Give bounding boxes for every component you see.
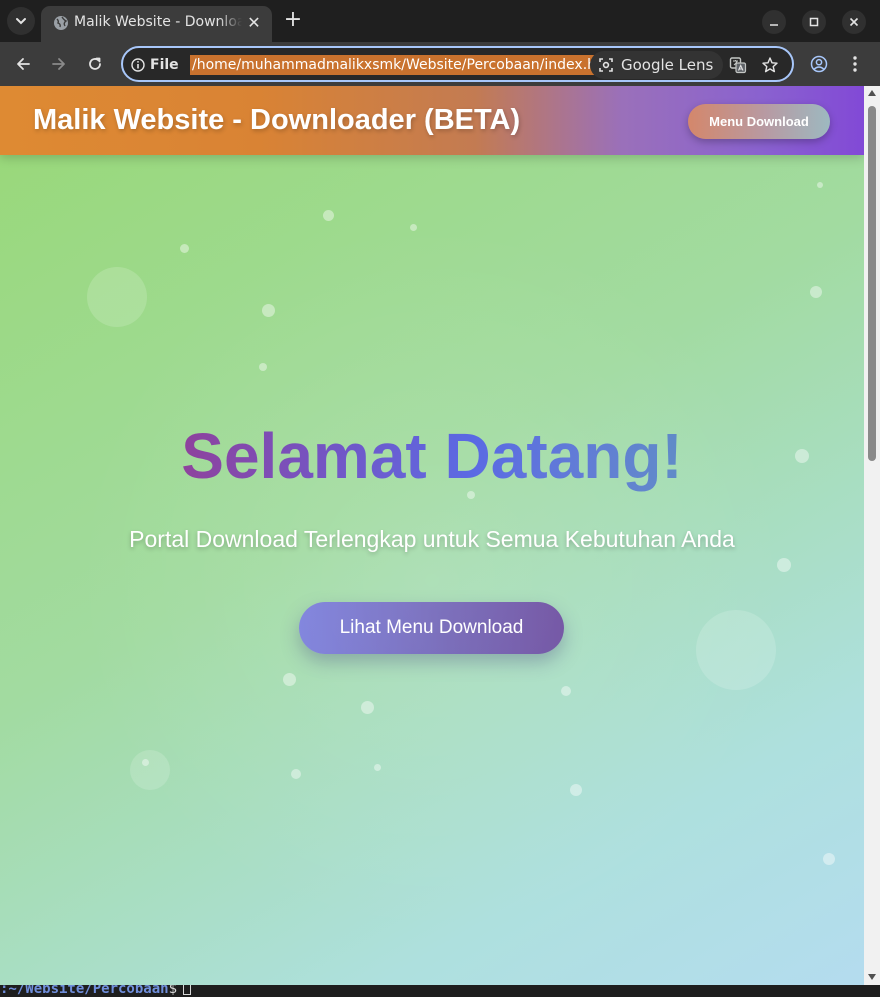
reload-icon bbox=[89, 57, 101, 70]
decorative-bubble bbox=[817, 182, 823, 188]
minimize-icon bbox=[770, 24, 778, 26]
site-header: Malik Website - Downloader (BETA) Menu D… bbox=[0, 86, 864, 155]
decorative-bubble bbox=[262, 304, 275, 317]
chevron-down-icon bbox=[16, 18, 26, 25]
tab-strip: Malik Website - Downloader (BETA) ✕ + bbox=[0, 0, 880, 42]
decorative-bubble bbox=[810, 286, 822, 298]
decorative-bubble bbox=[361, 701, 374, 714]
decorative-bubble bbox=[777, 558, 791, 572]
decorative-bubble bbox=[570, 784, 582, 796]
terminal-path: :~/Website/Percobaan bbox=[0, 985, 169, 997]
close-icon[interactable]: ✕ bbox=[244, 13, 264, 33]
decorative-bubble bbox=[696, 610, 776, 690]
site-info-chip[interactable]: File bbox=[131, 54, 179, 76]
new-tab-button[interactable]: + bbox=[281, 8, 305, 32]
decorative-bubble bbox=[291, 769, 301, 779]
profile-button[interactable] bbox=[806, 51, 832, 77]
decorative-bubble bbox=[823, 853, 835, 865]
scroll-up-arrow[interactable] bbox=[868, 90, 876, 96]
terminal-strip: :~/Website/Percobaan$ bbox=[0, 985, 880, 997]
decorative-bubble bbox=[142, 759, 149, 766]
forward-button[interactable] bbox=[46, 51, 72, 77]
terminal-prompt: $ bbox=[168, 985, 178, 997]
address-bar[interactable]: File /home/muhammadmalikxsmk/Website/Per… bbox=[121, 46, 794, 82]
terminal-cursor bbox=[183, 985, 192, 995]
decorative-bubble bbox=[283, 673, 296, 686]
forward-icon bbox=[52, 58, 65, 70]
decorative-bubble bbox=[180, 244, 189, 253]
translate-icon bbox=[729, 57, 747, 74]
decorative-bubble bbox=[410, 224, 417, 231]
minimize-button[interactable] bbox=[762, 10, 786, 34]
hero-subtitle: Portal Download Terlengkap untuk Semua K… bbox=[129, 526, 735, 552]
url-text[interactable]: /home/muhammadmalikxsmk/Website/Percobaa… bbox=[190, 55, 622, 75]
decorative-bubble bbox=[323, 210, 334, 221]
reload-button[interactable] bbox=[82, 51, 108, 77]
decorative-bubble bbox=[374, 764, 381, 771]
decorative-bubble bbox=[561, 686, 571, 696]
browser-tab[interactable]: Malik Website - Downloader (BETA) ✕ bbox=[41, 6, 272, 42]
maximize-icon bbox=[809, 17, 819, 27]
scheme-label: File bbox=[150, 57, 179, 73]
page-viewport: Malik Website - Downloader (BETA) Menu D… bbox=[0, 86, 864, 985]
tab-search-button[interactable] bbox=[7, 7, 35, 35]
decorative-bubble bbox=[259, 363, 267, 371]
decorative-bubble bbox=[130, 750, 170, 790]
decorative-bubble bbox=[87, 267, 147, 327]
google-lens-label: Google Lens bbox=[621, 56, 714, 74]
info-icon bbox=[131, 58, 145, 72]
more-vert-icon bbox=[853, 56, 857, 72]
profile-icon bbox=[810, 55, 828, 73]
menu-download-button[interactable]: Menu Download bbox=[688, 104, 830, 139]
scroll-down-arrow[interactable] bbox=[868, 974, 876, 980]
site-title: Malik Website - Downloader (BETA) bbox=[33, 104, 521, 136]
browser-toolbar: File /home/muhammadmalikxsmk/Website/Per… bbox=[0, 42, 880, 86]
menu-button[interactable] bbox=[842, 51, 868, 77]
maximize-button[interactable] bbox=[802, 10, 826, 34]
page-scrollbar[interactable] bbox=[864, 86, 880, 985]
close-window-icon bbox=[849, 17, 859, 27]
google-lens-button[interactable]: Google Lens bbox=[590, 51, 724, 79]
tab-title: Malik Website - Downloader (BETA) bbox=[74, 14, 242, 30]
bookmark-button[interactable] bbox=[759, 54, 781, 76]
back-button[interactable] bbox=[10, 51, 36, 77]
view-download-menu-button[interactable]: Lihat Menu Download bbox=[299, 602, 564, 654]
hero-title-text: Selamat Datang! bbox=[181, 420, 683, 492]
close-window-button[interactable] bbox=[842, 10, 866, 34]
terminal-line: :~/Website/Percobaan$ bbox=[0, 985, 192, 997]
back-icon bbox=[17, 58, 30, 70]
scroll-thumb[interactable] bbox=[868, 106, 876, 461]
translate-button[interactable] bbox=[727, 54, 749, 76]
globe-icon bbox=[54, 16, 68, 30]
star-icon bbox=[762, 57, 778, 73]
hero-title: Selamat Datang! bbox=[0, 416, 864, 496]
lens-icon bbox=[599, 58, 613, 72]
